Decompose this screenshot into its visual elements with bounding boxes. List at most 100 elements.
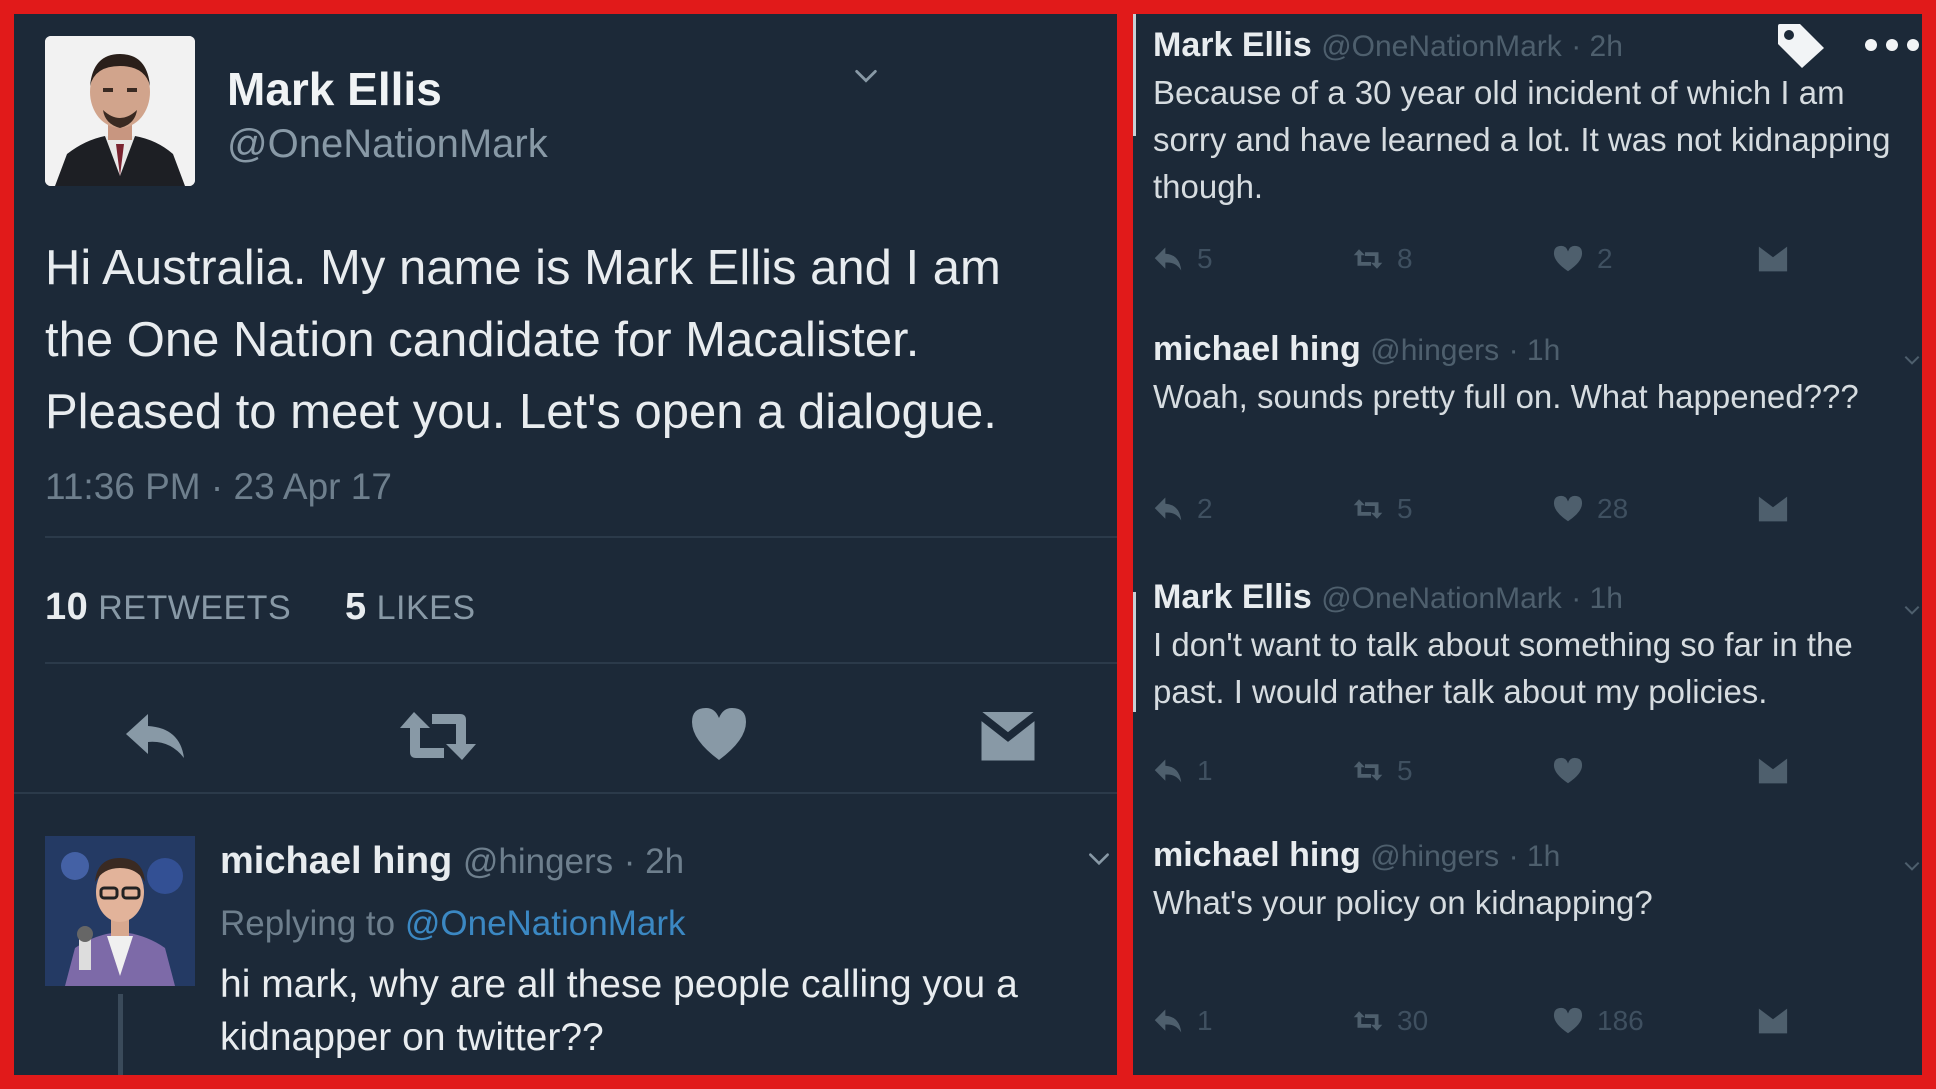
like-count: 28: [1597, 493, 1629, 524]
retweets-count[interactable]: 10: [45, 586, 88, 628]
like-action[interactable]: 2: [1553, 242, 1613, 276]
like-action[interactable]: [1553, 754, 1597, 788]
thread-connector: [118, 994, 123, 1075]
envelope-icon: [1758, 1008, 1788, 1034]
retweet-count: 5: [1397, 493, 1413, 524]
tweet-time[interactable]: · 1h: [1509, 840, 1561, 873]
tweet-author-name[interactable]: Mark Ellis: [1153, 26, 1312, 64]
tweet-actions: 2 5 28: [1153, 492, 1793, 526]
chevron-down-icon[interactable]: [1902, 350, 1922, 370]
tweet-time[interactable]: · 1h: [1509, 334, 1561, 367]
tweet-actions: 5 8 2: [1153, 242, 1793, 276]
like-count: 2: [1597, 243, 1613, 274]
retweet-action[interactable]: 30: [1353, 1004, 1428, 1038]
heart-icon: [1553, 495, 1583, 522]
envelope-icon: [1758, 758, 1788, 784]
reply-time[interactable]: · 2h: [624, 842, 684, 881]
tweet-author-name[interactable]: Mark Ellis: [1153, 578, 1312, 616]
divider: [45, 536, 1117, 538]
reply-icon: [1154, 1009, 1182, 1033]
retweet-action[interactable]: 5: [1353, 754, 1413, 788]
dm-action[interactable]: [1758, 492, 1788, 526]
tweet-text: Because of a 30 year old incident of whi…: [1153, 74, 1891, 205]
tweet-text: I don't want to talk about something so …: [1153, 626, 1853, 710]
reply-icon: [1154, 247, 1182, 271]
chevron-down-icon[interactable]: [1902, 600, 1922, 620]
tweet-author-handle[interactable]: @hingers: [1370, 840, 1499, 873]
tweet-author-handle[interactable]: @OneNationMark: [1321, 582, 1562, 615]
like-count: 186: [1597, 1005, 1644, 1036]
tweet-text: What's your policy on kidnapping?: [1153, 884, 1653, 921]
retweet-icon: [1353, 1011, 1383, 1031]
divider: [14, 792, 1117, 794]
heart-icon: [1553, 757, 1583, 784]
envelope-icon: [1758, 246, 1788, 272]
thread-tweet[interactable]: Mark Ellis @OneNationMark · 2h Because o…: [1153, 26, 1913, 210]
dm-action[interactable]: [1758, 242, 1788, 276]
chevron-down-icon[interactable]: [852, 62, 880, 90]
chevron-down-icon[interactable]: [1902, 856, 1922, 876]
thread-line: [1133, 14, 1136, 136]
replying-to: Replying to @OneNationMark: [220, 904, 685, 944]
tweet-actions: 1 5: [1153, 754, 1793, 788]
chevron-down-icon[interactable]: [1086, 846, 1112, 872]
retweet-count: 30: [1397, 1005, 1429, 1036]
reply-author-name[interactable]: michael hing: [220, 840, 452, 882]
heart-icon: [1553, 245, 1583, 272]
reply-action[interactable]: 5: [1153, 242, 1213, 276]
thread-panel: Mark Ellis @OneNationMark · 2h Because o…: [1133, 14, 1922, 1075]
tweet-author-name[interactable]: michael hing: [1153, 330, 1361, 368]
tweet-author-handle[interactable]: @hingers: [1370, 334, 1499, 367]
engagement-stats: 10 RETWEETS 5 LIKES: [45, 586, 476, 629]
envelope-icon[interactable]: [978, 710, 1038, 764]
heart-icon[interactable]: [690, 706, 748, 762]
reply-action[interactable]: 1: [1153, 1004, 1213, 1038]
reply-action[interactable]: 2: [1153, 492, 1213, 526]
tweet-time[interactable]: · 1h: [1571, 582, 1623, 615]
retweets-label[interactable]: RETWEETS: [98, 589, 291, 627]
like-action[interactable]: 186: [1553, 1004, 1644, 1038]
reply-action[interactable]: 1: [1153, 754, 1213, 788]
tweet-author-name[interactable]: michael hing: [1153, 836, 1361, 874]
thread-tweet[interactable]: Mark Ellis @OneNationMark · 1h I don't w…: [1153, 578, 1913, 715]
likes-count[interactable]: 5: [345, 586, 367, 628]
tweet-time[interactable]: · 2h: [1571, 30, 1623, 63]
tweet-text: Hi Australia. My name is Mark Ellis and …: [45, 241, 1001, 439]
author-avatar[interactable]: [45, 36, 195, 186]
main-tweet-panel: Mark Ellis @OneNationMark Hi Australia. …: [14, 14, 1117, 1075]
author-handle[interactable]: @OneNationMark: [227, 122, 548, 167]
retweet-action[interactable]: 5: [1353, 492, 1413, 526]
likes-label[interactable]: LIKES: [377, 589, 476, 627]
retweet-icon[interactable]: [398, 708, 478, 764]
retweet-count: 5: [1397, 755, 1413, 786]
tweet-actions: 1 30 186: [1153, 1004, 1793, 1038]
tweet-author-handle[interactable]: @OneNationMark: [1321, 30, 1562, 63]
envelope-icon: [1758, 496, 1788, 522]
avatar-photo: [45, 836, 195, 986]
retweet-action[interactable]: 8: [1353, 242, 1413, 276]
reply-count: 5: [1197, 243, 1213, 274]
reply-count: 2: [1197, 493, 1213, 524]
reply-author-avatar[interactable]: [45, 836, 195, 986]
heart-icon: [1553, 1007, 1583, 1034]
reply-count: 1: [1197, 755, 1213, 786]
mention-link[interactable]: @OneNationMark: [405, 904, 686, 943]
dm-action[interactable]: [1758, 1004, 1788, 1038]
thread-tweet[interactable]: michael hing @hingers · 1h Woah, sounds …: [1153, 330, 1913, 420]
replying-to-label: Replying to: [220, 904, 396, 943]
thread-tweet[interactable]: michael hing @hingers · 1h What's your p…: [1153, 836, 1913, 926]
dm-action[interactable]: [1758, 754, 1788, 788]
retweet-icon: [1353, 249, 1383, 269]
reply-icon[interactable]: [122, 710, 188, 762]
retweet-icon: [1353, 499, 1383, 519]
tweet-timestamp[interactable]: 11:36 PM · 23 Apr 17: [45, 466, 392, 508]
like-action[interactable]: 28: [1553, 492, 1628, 526]
author-name[interactable]: Mark Ellis: [227, 62, 442, 116]
retweet-count: 8: [1397, 243, 1413, 274]
reply-icon: [1154, 759, 1182, 783]
divider: [45, 662, 1117, 664]
reply-icon: [1154, 497, 1182, 521]
reply-author-handle[interactable]: @hingers: [463, 842, 613, 881]
reply-author-line: michael hing @hingers · 2h: [220, 840, 684, 883]
tweet-text: Woah, sounds pretty full on. What happen…: [1153, 378, 1859, 415]
